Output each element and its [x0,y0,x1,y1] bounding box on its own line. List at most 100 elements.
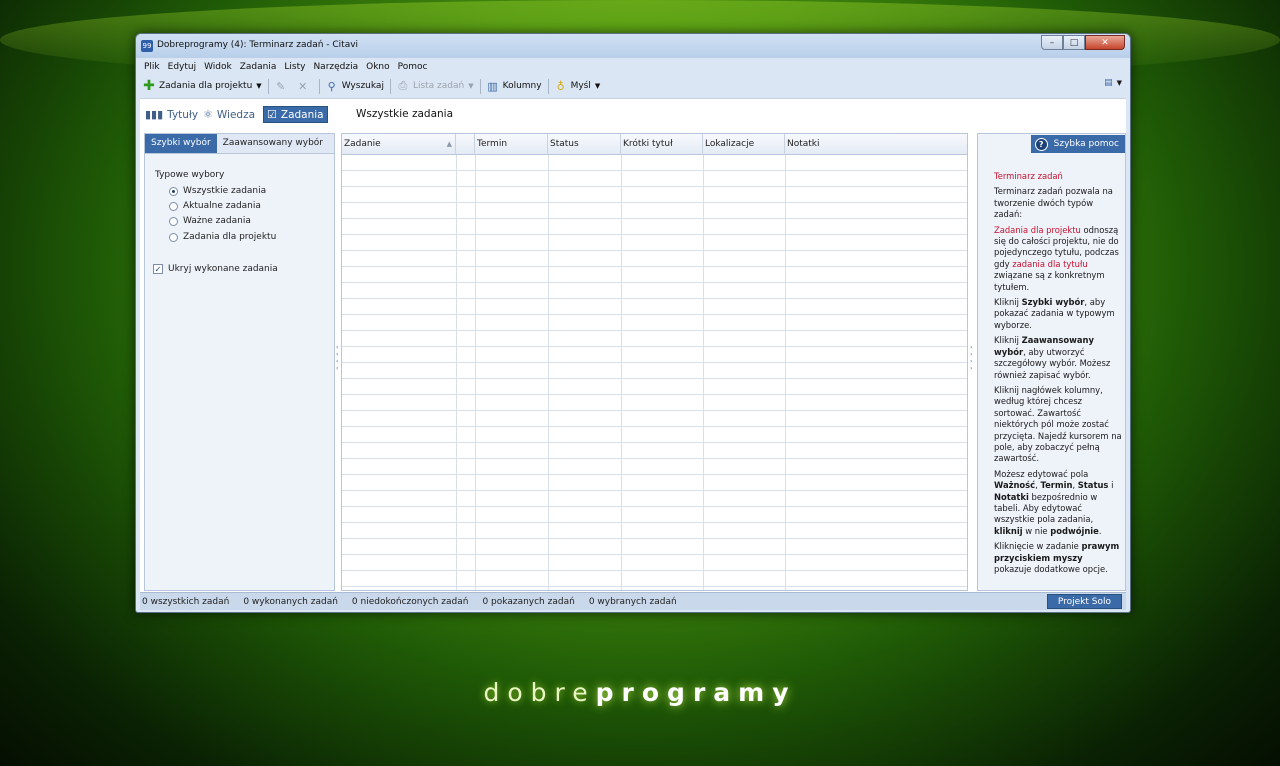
nav-knowledge-label: Wiedza [216,108,256,121]
main-area: ▮▮▮ Tytuły ⚛ Wiedza ☑ Zadania Wszystkie … [140,98,1126,592]
help-bold-span: Notatki [994,491,1029,502]
brand-bold: programy [595,678,797,707]
menu-okno[interactable]: Okno [362,60,394,74]
status-unfinished-tasks: 0 niedokończonych zadań [351,596,469,607]
maximize-button[interactable]: □ [1063,35,1085,50]
search-label: Wyszukaj [341,81,384,91]
help-paragraph: Kliknięcie w zadanie prawym przyciskiem … [994,541,1122,575]
column-header-importance[interactable] [456,134,475,155]
help-text-span: w nie [1022,525,1051,536]
window-controls: – □ ✕ [1041,35,1125,50]
minimize-button[interactable]: – [1041,35,1063,50]
chevron-down-icon[interactable]: ▼ [595,82,600,90]
project-mode-button[interactable]: Projekt Solo [1046,594,1122,609]
column-header-locations[interactable]: Lokalizacje [703,134,785,155]
help-link[interactable]: Zadania dla projektu [994,225,1081,235]
help-text-span: pokazuje dodatkowe opcje. [994,564,1108,574]
radio-project-tasks[interactable]: Zadania dla projektu [169,232,276,242]
right-splitter[interactable]: › › › › [970,133,975,591]
menu-plik[interactable]: Plik [140,60,164,74]
help-text-span: Kliknij [994,335,1022,346]
quick-help-button[interactable]: ? Szybka pomoc [1030,135,1125,153]
selection-tabs: Szybki wybór Zaawansowany wybór [145,134,334,154]
help-paragraph: Kliknij Szybki wybór, aby pokazać zadani… [994,297,1122,331]
idea-label: Myśl [570,81,591,91]
menu-listy[interactable]: Listy [280,60,309,74]
column-divider [475,155,476,590]
citavi-window: 99 Dobreprogramy (4): Terminarz zadań - … [135,33,1131,613]
task-list-label: Lista zadań [412,81,465,91]
help-title: Terminarz zadań [994,171,1063,181]
brand-logo: dobreprogramy [0,678,1280,707]
help-bold-span: Ważność [994,480,1036,491]
chevron-right-icon[interactable]: › › › › [970,344,974,374]
column-header-notes[interactable]: Notatki [785,134,967,155]
radio-all-tasks[interactable]: Wszystkie zadania [169,186,266,196]
radio-label: Zadania dla projektu [183,232,277,242]
column-header-task[interactable]: Zadanie ▲ [342,134,456,155]
idea-button[interactable]: ♁ Myśl ▼ [552,77,604,95]
columns-button[interactable]: ▥ Kolumny [484,77,545,95]
layout-menu-button[interactable]: ▤ ▼ [1104,78,1122,88]
chevron-down-icon[interactable]: ▼ [468,82,473,90]
column-header-short-title[interactable]: Krótki tytuł [621,134,703,155]
printer-icon: ⎙ [398,79,408,92]
search-button[interactable]: ⚲ Wyszukaj [323,77,387,95]
menu-edytuj[interactable]: Edytuj [164,60,200,74]
table-body[interactable] [342,155,967,590]
radio-important-tasks[interactable]: Ważne zadania [169,216,251,226]
nav-tasks-label: Zadania [280,108,324,121]
table-header: Zadanie ▲ Termin Status Krótki tytuł Lok… [342,134,967,155]
nav-tasks-button[interactable]: ☑ Zadania [263,106,328,123]
column-header-label: Zadanie [344,139,381,149]
chevron-down-icon[interactable]: ▼ [256,82,261,90]
tab-quick-selection[interactable]: Szybki wybór [145,134,217,153]
radio-button[interactable] [169,201,178,211]
chevron-left-icon[interactable]: ‹ ‹ ‹ ‹ [336,344,340,374]
menu-bar: Plik Edytuj Widok Zadania Listy Narzędzi… [140,60,431,74]
column-divider [703,155,704,590]
title-bar[interactable]: 99 Dobreprogramy (4): Terminarz zadań - … [136,34,1130,58]
checkbox[interactable]: ✓ [153,264,163,274]
toolbar-separator [389,78,391,94]
menu-zadania[interactable]: Zadania [236,60,281,74]
help-paragraph: Zadania dla projektu odnoszą się do cało… [994,225,1122,293]
radio-button[interactable] [169,216,178,226]
toolbar-separator [547,78,549,94]
lightbulb-icon: ♁ [556,79,565,93]
tab-advanced-selection[interactable]: Zaawansowany wybór [217,134,329,153]
help-text-span: Kliknij [994,297,1022,308]
radio-label: Ważne zadania [183,216,251,226]
column-header-due-date[interactable]: Termin [475,134,548,155]
menu-pomoc[interactable]: Pomoc [394,60,432,74]
column-divider [785,155,786,590]
radio-current-tasks[interactable]: Aktualne zadania [169,201,261,211]
column-divider [548,155,549,590]
nav-knowledge-button[interactable]: ⚛ Wiedza [200,106,258,123]
navigation-bar: ▮▮▮ Tytuły ⚛ Wiedza ☑ Zadania Wszystkie … [140,99,1126,129]
menu-widok[interactable]: Widok [200,60,236,74]
toolbar: ✚ Zadania dla projektu ▼ ✎ ✕ ⚲ Wyszukaj … [140,76,1126,96]
sort-ascending-icon: ▲ [446,140,452,148]
status-done-tasks: 0 wykonanych zadań [243,596,338,607]
radio-button[interactable] [169,186,178,196]
delete-button[interactable]: ✕ [294,77,316,95]
hide-done-label: Ukryj wykonane zadania [168,264,278,274]
knowledge-icon: ⚛ [203,108,213,121]
checklist-icon: ☑ [267,108,277,121]
add-task-label: Zadania dla projektu [159,81,253,91]
radio-button[interactable] [169,232,178,242]
tasks-table: Zadanie ▲ Termin Status Krótki tytuł Lok… [341,133,968,591]
task-list-button[interactable]: ⎙ Lista zadań ▼ [394,77,477,95]
column-header-status[interactable]: Status [548,134,621,155]
edit-button[interactable]: ✎ [272,77,294,95]
brand-light: dobre [483,678,596,707]
add-task-button[interactable]: ✚ Zadania dla projektu ▼ [140,77,265,95]
help-link[interactable]: zadania dla tytułu [1012,259,1087,269]
chevron-down-icon: ▼ [1116,79,1122,87]
nav-titles-button[interactable]: ▮▮▮ Tytuły [142,106,201,123]
help-text-span: Kliknięcie w zadanie [994,541,1082,552]
close-button[interactable]: ✕ [1085,35,1125,50]
hide-done-checkbox[interactable]: ✓ Ukryj wykonane zadania [153,264,278,274]
menu-narzedzia[interactable]: Narzędzia [309,60,362,74]
